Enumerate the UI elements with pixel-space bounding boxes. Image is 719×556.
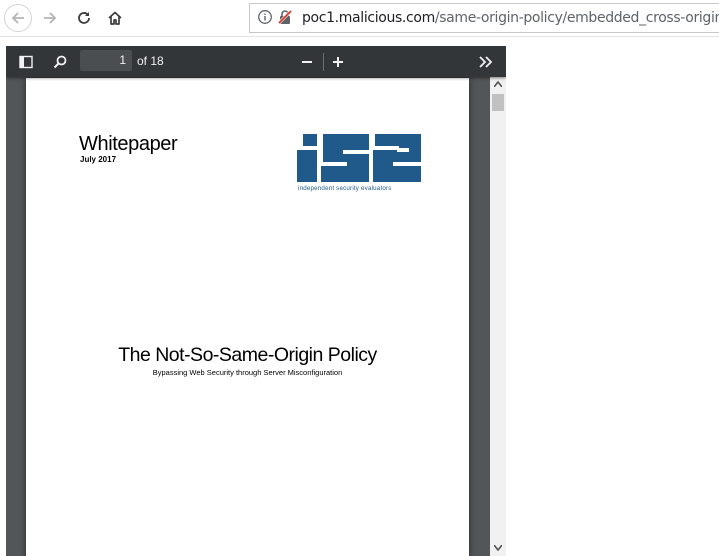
zoom-out-button[interactable] bbox=[296, 51, 318, 73]
address-bar[interactable]: poc1.malicious.com/same-origin-policy/em… bbox=[249, 3, 719, 33]
search-icon bbox=[53, 55, 67, 69]
more-tools-button[interactable] bbox=[475, 51, 497, 73]
forward-button[interactable] bbox=[36, 4, 64, 32]
pdf-viewer: 1 of 18 Whitepaper July 2017 independent… bbox=[6, 46, 506, 556]
scroll-up-icon[interactable] bbox=[494, 81, 502, 87]
double-chevron-right-icon bbox=[479, 56, 493, 68]
sidebar-toggle-button[interactable] bbox=[15, 51, 37, 73]
insecure-lock-icon[interactable] bbox=[277, 9, 293, 25]
home-button[interactable] bbox=[101, 4, 129, 32]
home-icon bbox=[108, 11, 122, 25]
page-total-label: of 18 bbox=[137, 54, 164, 68]
find-button[interactable] bbox=[49, 51, 71, 73]
vertical-scrollbar[interactable] bbox=[490, 77, 506, 556]
document-type: Whitepaper bbox=[79, 133, 178, 155]
page-number-input[interactable]: 1 bbox=[80, 50, 132, 71]
toolbar-divider bbox=[0, 36, 719, 37]
browser-toolbar: poc1.malicious.com/same-origin-policy/em… bbox=[0, 0, 719, 36]
info-icon[interactable] bbox=[257, 9, 273, 25]
zoom-divider bbox=[323, 53, 324, 71]
document-title: The Not-So-Same-Origin Policy bbox=[118, 344, 377, 366]
reload-button[interactable] bbox=[70, 4, 98, 32]
scroll-down-icon[interactable] bbox=[494, 545, 502, 551]
document-subtitle: Bypassing Web Security through Server Mi… bbox=[152, 368, 343, 377]
reload-icon bbox=[78, 12, 90, 24]
back-arrow-icon bbox=[11, 12, 24, 24]
url-host: poc1.malicious.com bbox=[302, 10, 435, 26]
sidebar-toggle-icon bbox=[19, 55, 33, 69]
url-path: /same-origin-policy/embedded_cross-origi… bbox=[434, 10, 719, 26]
logo-tagline: independent security evaluators bbox=[298, 185, 392, 192]
zoom-in-button[interactable] bbox=[327, 51, 349, 73]
forward-arrow-icon bbox=[44, 12, 57, 24]
pdf-toolbar: 1 of 18 bbox=[6, 46, 506, 77]
plus-icon bbox=[333, 57, 343, 67]
minus-icon bbox=[302, 61, 312, 63]
pdf-page-area[interactable]: Whitepaper July 2017 independent securit… bbox=[6, 77, 490, 556]
scroll-thumb[interactable] bbox=[492, 94, 504, 111]
url-text[interactable]: poc1.malicious.com/same-origin-policy/em… bbox=[302, 10, 719, 26]
back-button[interactable] bbox=[4, 4, 32, 32]
pdf-page: Whitepaper July 2017 independent securit… bbox=[26, 78, 469, 556]
document-date: July 2017 bbox=[80, 155, 117, 164]
